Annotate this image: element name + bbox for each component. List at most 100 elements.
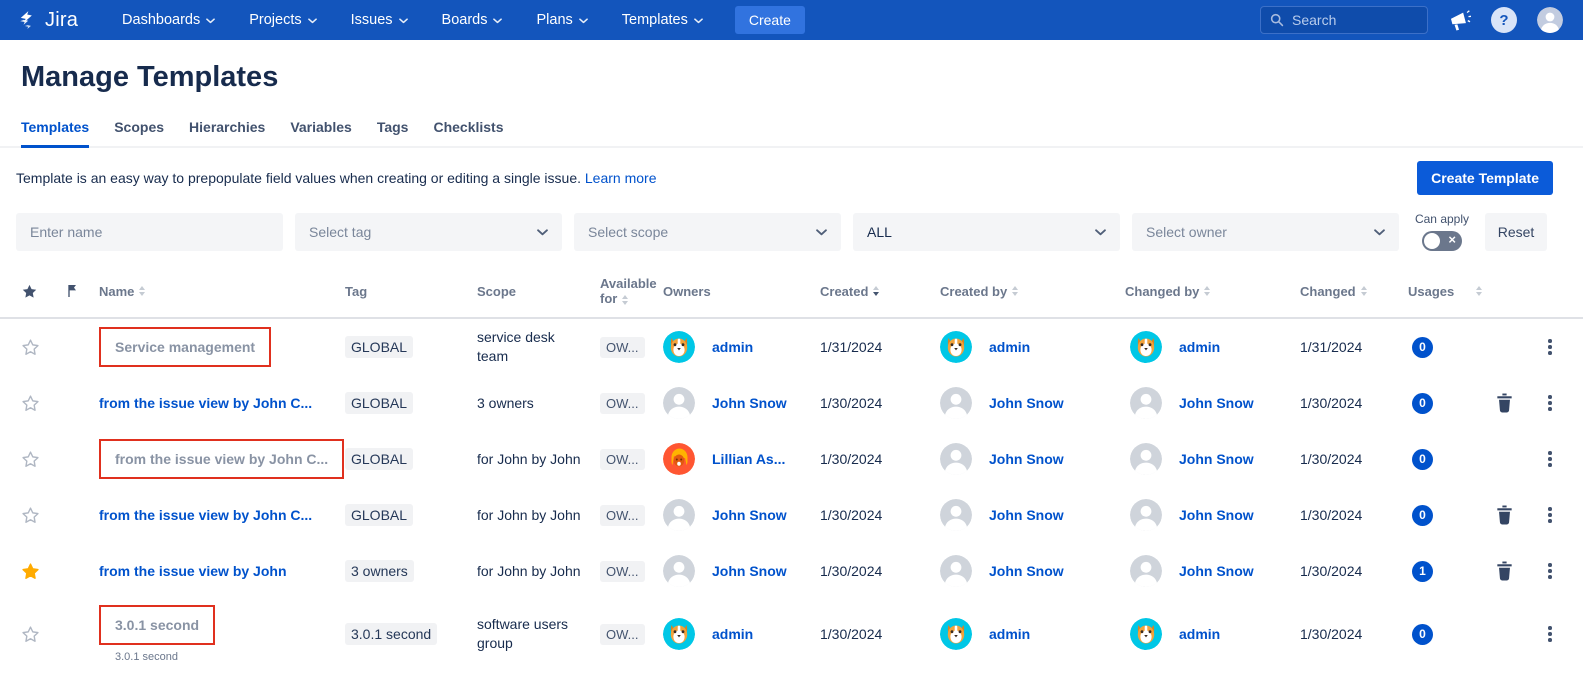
chevron-down-icon: [206, 18, 215, 24]
changed-by-avatar: [1130, 555, 1162, 587]
name-filter-input[interactable]: [30, 224, 269, 240]
template-name[interactable]: from the issue view by John C...: [99, 395, 312, 411]
scope-text: for John by John: [477, 562, 581, 581]
navbar-create-button[interactable]: Create: [735, 6, 805, 34]
changed-by-link[interactable]: admin: [1179, 626, 1220, 642]
scope-text: for John by John: [477, 506, 581, 525]
created-by-link[interactable]: John Snow: [989, 563, 1064, 579]
created-date: 1/30/2024: [820, 626, 882, 642]
create-template-button[interactable]: Create Template: [1417, 161, 1553, 195]
owner-link[interactable]: admin: [712, 339, 753, 355]
owner-link[interactable]: John Snow: [712, 395, 787, 411]
trash-icon[interactable]: [1496, 393, 1513, 413]
changed-by-link[interactable]: admin: [1179, 339, 1220, 355]
tag-badge: GLOBAL: [345, 336, 413, 358]
reset-button[interactable]: Reset: [1485, 213, 1547, 251]
owner-link[interactable]: admin: [712, 626, 753, 642]
tag-filter-select[interactable]: Select tag: [295, 213, 562, 251]
tab-scopes[interactable]: Scopes: [114, 119, 164, 148]
more-actions-icon[interactable]: [1542, 445, 1558, 473]
more-actions-icon[interactable]: [1542, 620, 1558, 648]
changed-by-link[interactable]: John Snow: [1179, 451, 1254, 467]
owner-link[interactable]: Lillian As...: [712, 451, 785, 467]
changed-by-link[interactable]: John Snow: [1179, 507, 1254, 523]
changed-by-link[interactable]: John Snow: [1179, 395, 1254, 411]
created-by-link[interactable]: admin: [989, 339, 1030, 355]
changed-date: 1/30/2024: [1300, 507, 1362, 523]
tag-badge: GLOBAL: [345, 448, 413, 470]
column-header-name[interactable]: Name: [99, 284, 345, 299]
column-header-changed[interactable]: Changed: [1300, 284, 1408, 299]
created-by-link[interactable]: John Snow: [989, 395, 1064, 411]
help-icon[interactable]: ?: [1491, 7, 1517, 33]
chevron-down-icon: [537, 229, 548, 236]
created-by-link[interactable]: John Snow: [989, 451, 1064, 467]
column-header-available-for[interactable]: Available for: [600, 276, 658, 306]
star-icon[interactable]: [16, 337, 41, 358]
column-header-created[interactable]: Created: [820, 284, 935, 299]
owner-filter-select[interactable]: Select owner: [1132, 213, 1399, 251]
template-name[interactable]: from the issue view by John: [99, 563, 287, 579]
column-header-owners[interactable]: Owners: [658, 284, 820, 299]
chevron-down-icon: [399, 18, 408, 24]
announcements-megaphone-icon[interactable]: [1448, 9, 1471, 32]
tab-hierarchies[interactable]: Hierarchies: [189, 119, 265, 148]
available-for-badge: OW...: [600, 449, 645, 470]
created-date: 1/30/2024: [820, 451, 882, 467]
nav-projects[interactable]: Projects: [249, 12, 316, 28]
tab-templates[interactable]: Templates: [21, 119, 89, 148]
trash-icon[interactable]: [1496, 561, 1513, 581]
available-for-badge: OW...: [600, 624, 645, 645]
can-apply-toggle[interactable]: ×: [1422, 231, 1462, 251]
table-row: from the issue view by John C... GLOBAL …: [0, 375, 1583, 431]
nav-templates[interactable]: Templates: [622, 12, 703, 28]
created-date: 1/31/2024: [820, 339, 882, 355]
star-icon[interactable]: [16, 624, 41, 645]
changed-by-link[interactable]: John Snow: [1179, 563, 1254, 579]
more-actions-icon[interactable]: [1542, 501, 1558, 529]
table-row: from the issue view by John C... GLOBAL …: [0, 487, 1583, 543]
navbar-search[interactable]: [1260, 6, 1428, 34]
tag-badge: GLOBAL: [345, 392, 413, 414]
star-icon[interactable]: [16, 561, 41, 582]
created-by-link[interactable]: admin: [989, 626, 1030, 642]
learn-more-link[interactable]: Learn more: [585, 170, 657, 186]
jira-logo[interactable]: Jira: [16, 9, 78, 32]
column-header-scope[interactable]: Scope: [477, 284, 600, 299]
created-by-avatar: [940, 618, 972, 650]
more-actions-icon[interactable]: [1542, 557, 1558, 585]
star-icon[interactable]: [16, 505, 41, 526]
nav-plans[interactable]: Plans: [536, 12, 587, 28]
owner-link[interactable]: John Snow: [712, 563, 787, 579]
column-header-tag[interactable]: Tag: [345, 284, 477, 299]
star-icon[interactable]: [16, 449, 41, 470]
column-header-created-by[interactable]: Created by: [935, 284, 1125, 299]
created-by-link[interactable]: John Snow: [989, 507, 1064, 523]
column-header-changed-by[interactable]: Changed by: [1125, 284, 1300, 299]
more-actions-icon[interactable]: [1542, 333, 1558, 361]
name-filter-field[interactable]: [16, 213, 283, 251]
template-name: 3.0.1 second: [99, 605, 215, 645]
nav-issues[interactable]: Issues: [351, 12, 408, 28]
star-icon[interactable]: [16, 393, 41, 414]
owner-link[interactable]: John Snow: [712, 507, 787, 523]
nav-dashboards[interactable]: Dashboards: [122, 12, 215, 28]
scope-text: service desk team: [477, 328, 587, 366]
profile-avatar[interactable]: [1537, 7, 1563, 33]
tab-variables[interactable]: Variables: [290, 119, 352, 148]
nav-boards[interactable]: Boards: [442, 12, 503, 28]
usages-badge: 0: [1412, 505, 1433, 526]
tab-checklists[interactable]: Checklists: [433, 119, 503, 148]
table-row: from the issue view by John C... GLOBAL …: [0, 431, 1583, 487]
template-name[interactable]: from the issue view by John C...: [99, 507, 312, 523]
column-header-usages[interactable]: Usages: [1408, 284, 1496, 299]
type-filter-select[interactable]: ALL: [853, 213, 1120, 251]
trash-icon[interactable]: [1496, 505, 1513, 525]
scope-filter-select[interactable]: Select scope: [574, 213, 841, 251]
scope-text: software users group: [477, 615, 587, 653]
usages-badge: 0: [1412, 624, 1433, 645]
search-input[interactable]: [1292, 12, 1412, 28]
tab-tags[interactable]: Tags: [377, 119, 409, 148]
more-actions-icon[interactable]: [1542, 389, 1558, 417]
owner-avatar: [663, 555, 695, 587]
